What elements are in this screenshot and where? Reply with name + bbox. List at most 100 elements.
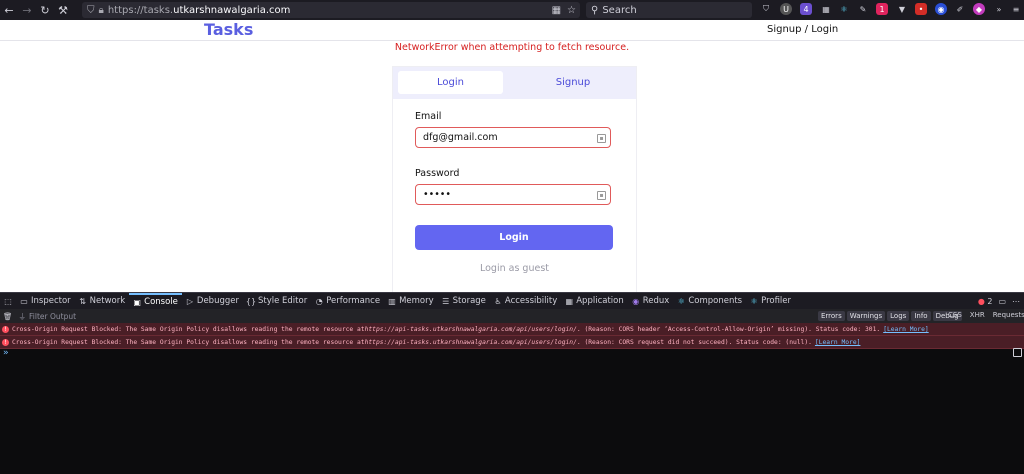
graphql-icon[interactable]: ◆: [973, 3, 985, 15]
reload-icon[interactable]: ↻: [36, 0, 54, 20]
tab-components[interactable]: ⚛ Components: [673, 293, 746, 309]
react-icon[interactable]: ⚛: [838, 3, 850, 15]
filter-errors-button[interactable]: Errors: [818, 311, 845, 321]
forward-icon[interactable]: →: [18, 0, 36, 20]
signup-login-link[interactable]: Signup / Login: [767, 24, 838, 35]
element-picker-icon[interactable]: ⬚: [0, 293, 16, 309]
eyedropper-icon[interactable]: ✎: [857, 3, 869, 15]
tab-network[interactable]: ⇅ Network: [75, 293, 130, 309]
tab-storage[interactable]: ☰ Storage: [438, 293, 490, 309]
pocket-icon[interactable]: ⛉: [760, 3, 772, 15]
network-icon: ⇅: [79, 296, 86, 306]
console-error-message: ! Cross-Origin Request Blocked: The Same…: [0, 323, 1024, 336]
message-text: Cross-Origin Request Blocked: The Same O…: [12, 338, 365, 346]
tab-accessibility[interactable]: ♿︎ Accessibility: [490, 293, 561, 309]
tab-label: Inspector: [31, 296, 71, 306]
react-profiler-icon: ⚛: [750, 296, 758, 306]
search-icon: ⚲: [591, 4, 599, 16]
extension-badge-icon[interactable]: 4: [800, 3, 812, 15]
tab-label: Components: [688, 296, 743, 306]
login-as-guest-link[interactable]: Login as guest: [393, 263, 636, 274]
style-editor-icon: {}: [245, 296, 257, 306]
console-input-prompt[interactable]: »: [3, 348, 8, 358]
shield-icon[interactable]: ⛉: [87, 5, 95, 16]
tab-profiler[interactable]: ⚛ Profiler: [746, 293, 795, 309]
devtools-menu-icon[interactable]: ⋯: [1012, 297, 1020, 306]
debugger-icon: ▷: [186, 296, 193, 306]
log-level-filters: Errors Warnings Logs Info Debug: [818, 311, 962, 321]
url-host: utkarshnawalgaria.com: [173, 4, 291, 16]
tab-label: Performance: [326, 296, 381, 306]
trash-icon[interactable]: 🗑︎: [3, 312, 13, 321]
message-reason: . (Reason: CORS header ‘Access-Control-A…: [576, 325, 881, 333]
filter-requests-button[interactable]: Requests: [993, 311, 1024, 319]
learn-more-link[interactable]: [Learn More]: [883, 326, 929, 333]
qr-icon[interactable]: ▦: [552, 5, 561, 16]
tab-label: Style Editor: [257, 296, 308, 306]
tab-login[interactable]: Login: [398, 71, 503, 94]
responsive-mode-icon[interactable]: ▭: [998, 297, 1006, 306]
tab-console[interactable]: ▣ Console: [129, 293, 182, 309]
extension-badge-count: 4: [803, 4, 809, 14]
email-label: Email: [415, 111, 442, 122]
tab-redux[interactable]: ◉ Redux: [628, 293, 674, 309]
error-count: 2: [987, 296, 993, 306]
autofill-icon[interactable]: ▪: [597, 191, 606, 200]
vue-icon[interactable]: ▼: [896, 3, 908, 15]
devtools-tabs: ⬚ ▭ Inspector ⇅ Network ▣ Console ▷ Debugger…: [0, 292, 1024, 309]
learn-more-link[interactable]: [Learn More]: [815, 339, 861, 346]
tab-inspector[interactable]: ▭ Inspector: [16, 293, 75, 309]
url-bar[interactable]: ⛉ 🔒︎ https://tasks. utkarshnawalgaria.com…: [82, 2, 580, 18]
message-reason: . (Reason: CORS request did not succeed)…: [576, 338, 812, 346]
devtools-panel: ⬚ ▭ Inspector ⇅ Network ▣ Console ▷ Debugger…: [0, 292, 1024, 474]
tab-label: Accessibility: [504, 296, 558, 306]
storage-icon: ☰: [442, 296, 450, 306]
filter-xhr-button[interactable]: XHR: [970, 311, 985, 319]
tab-performance[interactable]: ◔ Performance: [311, 293, 384, 309]
tab-style-editor[interactable]: {} Style Editor: [243, 293, 311, 309]
autofill-icon[interactable]: ▪: [597, 134, 606, 143]
brand-logo[interactable]: Tasks: [204, 20, 253, 39]
tab-application[interactable]: ▦ Application: [561, 293, 628, 309]
tab-memory[interactable]: ▥ Memory: [384, 293, 438, 309]
filter-icon: ⏚: [18, 311, 27, 321]
filter-warnings-button[interactable]: Warnings: [846, 311, 886, 321]
grid-extension-icon[interactable]: ▦: [820, 3, 832, 15]
tab-label: Debugger: [196, 296, 239, 306]
back-icon[interactable]: ←: [0, 0, 18, 20]
error-icon: !: [2, 338, 9, 346]
extra-filters: CSS XHR Requests: [948, 311, 1024, 319]
search-bar[interactable]: ⚲ Search: [586, 2, 752, 18]
search-placeholder: Search: [602, 4, 637, 16]
tab-signup[interactable]: Signup: [518, 71, 628, 94]
error-icon: !: [2, 325, 9, 333]
password-field[interactable]: ••••• ▪: [415, 184, 611, 205]
wrench-icon[interactable]: ⚒: [54, 0, 72, 20]
extension-u-icon[interactable]: U: [780, 3, 792, 15]
lastpass-icon[interactable]: •: [915, 3, 927, 15]
filter-logs-button[interactable]: Logs: [887, 311, 910, 321]
filter-info-button[interactable]: Info: [911, 311, 931, 321]
react-components-icon: ⚛: [677, 296, 685, 306]
login-button[interactable]: Login: [415, 225, 613, 250]
notification-extension-icon[interactable]: 1: [876, 3, 888, 15]
error-count-badge[interactable]: ● 2: [978, 297, 993, 306]
filter-output-input[interactable]: Filter Output: [29, 312, 76, 321]
tab-debugger[interactable]: ▷ Debugger: [182, 293, 243, 309]
browser-toolbar: ← → ↻ ⚒ ⛉ 🔒︎ https://tasks. utkarshnawalg…: [0, 0, 1024, 20]
tab-label: Network: [89, 296, 126, 306]
accessibility-icon: ♿︎: [494, 296, 502, 306]
globe-extension-icon[interactable]: ◉: [935, 3, 947, 15]
lock-icon[interactable]: 🔒︎: [99, 5, 104, 16]
message-text: Cross-Origin Request Blocked: The Same O…: [12, 325, 365, 333]
console-error-message: ! Cross-Origin Request Blocked: The Same…: [0, 336, 1024, 349]
overflow-menu-icon[interactable]: »: [993, 3, 1005, 15]
bookmark-star-icon[interactable]: ☆: [567, 5, 576, 16]
redux-icon: ◉: [632, 296, 640, 306]
filter-css-button[interactable]: CSS: [948, 311, 962, 319]
hamburger-menu-icon[interactable]: ≡: [1010, 3, 1022, 15]
email-field[interactable]: dfg@gmail.com ▪: [415, 127, 611, 148]
pen-extension-icon[interactable]: ✐: [954, 3, 966, 15]
console-icon: ▣: [133, 297, 141, 307]
split-console-icon[interactable]: [1013, 348, 1022, 357]
